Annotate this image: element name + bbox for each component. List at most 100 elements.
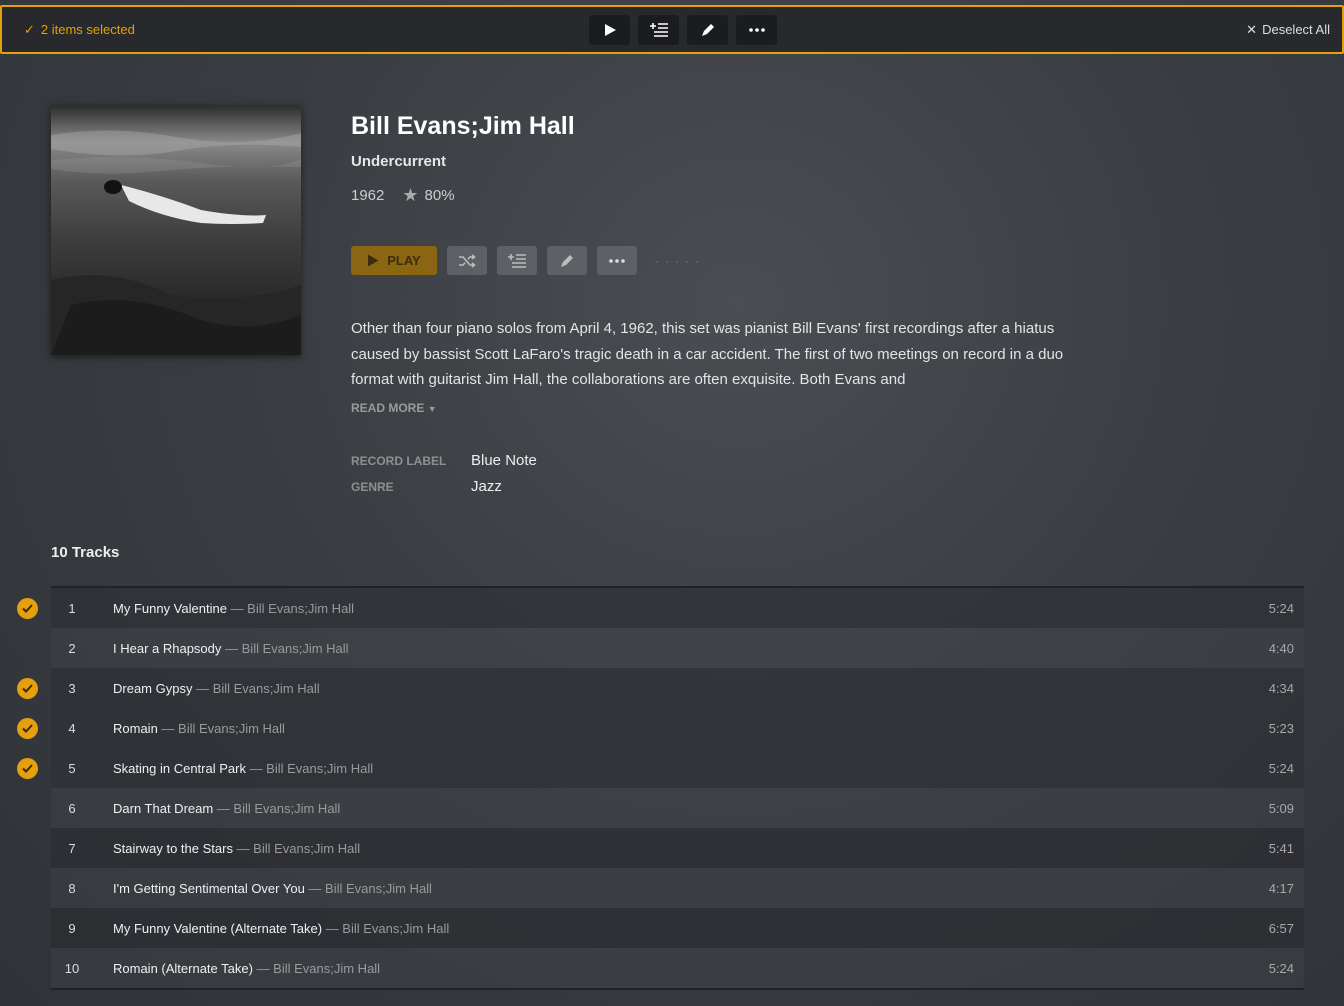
album-details: RECORD LABEL Blue Note GENRE Jazz (351, 452, 537, 504)
track-artist[interactable]: — Bill Evans;Jim Hall (221, 641, 349, 656)
track-title[interactable]: Darn That Dream — Bill Evans;Jim Hall (113, 801, 340, 816)
track-number: 8 (68, 880, 76, 896)
track-artist[interactable]: — Bill Evans;Jim Hall (233, 841, 361, 856)
detail-value[interactable]: Blue Note (471, 452, 537, 469)
track-row[interactable]: 2 I Hear a Rhapsody — Bill Evans;Jim Hall… (51, 628, 1304, 668)
close-icon: ✕ (1246, 22, 1258, 37)
track-row[interactable]: 3 Dream Gypsy — Bill Evans;Jim Hall 4:34 (51, 668, 1304, 708)
track-title[interactable]: Stairway to the Stars — Bill Evans;Jim H… (113, 841, 360, 856)
track-artist[interactable]: — Bill Evans;Jim Hall (253, 961, 381, 976)
add-to-queue-icon (508, 253, 526, 268)
edit-icon (561, 254, 573, 267)
track-artist[interactable]: — Bill Evans;Jim Hall (305, 881, 432, 896)
track-duration: 4:40 (1268, 640, 1294, 656)
check-icon[interactable] (17, 718, 38, 739)
track-artist[interactable]: — Bill Evans;Jim Hall (192, 681, 320, 696)
more-button[interactable] (736, 15, 777, 45)
check-icon[interactable] (17, 678, 38, 699)
track-artist[interactable]: — Bill Evans;Jim Hall (227, 601, 355, 616)
album-meta: 1962 ★ 80% (351, 185, 455, 206)
edit-album-button[interactable] (547, 246, 587, 275)
play-album-button[interactable]: PLAY (351, 246, 437, 275)
play-selected-button[interactable] (589, 15, 630, 45)
track-title[interactable]: I'm Getting Sentimental Over You — Bill … (113, 881, 432, 896)
track-row[interactable]: 1 My Funny Valentine — Bill Evans;Jim Hal… (51, 588, 1304, 628)
track-number: 3 (68, 680, 76, 696)
track-number: 4 (68, 720, 76, 736)
play-label: PLAY (387, 253, 421, 268)
track-title[interactable]: Romain (Alternate Take) — Bill Evans;Jim… (113, 961, 380, 976)
track-title[interactable]: Dream Gypsy — Bill Evans;Jim Hall (113, 681, 320, 696)
shuffle-icon (459, 253, 476, 268)
add-album-to-queue-button[interactable] (497, 246, 537, 275)
album-art (51, 105, 301, 355)
track-number: 10 (64, 960, 80, 976)
more-icon (748, 28, 765, 32)
track-number: 5 (68, 760, 76, 776)
track-duration: 5:41 (1268, 840, 1294, 856)
read-more-button[interactable]: READ MORE ▼ (351, 401, 437, 415)
tracks-header: 10 Tracks (51, 544, 120, 561)
selection-count: ✓ 2 items selected (24, 22, 135, 38)
detail-label: GENRE (351, 480, 394, 494)
track-title[interactable]: I Hear a Rhapsody — Bill Evans;Jim Hall (113, 641, 349, 656)
track-title[interactable]: My Funny Valentine (Alternate Take) — Bi… (113, 921, 449, 936)
track-list: 1 My Funny Valentine — Bill Evans;Jim Hal… (51, 586, 1304, 990)
star-icon[interactable]: ★ (402, 185, 418, 206)
deselect-all-button[interactable]: ✕ Deselect All (1246, 22, 1330, 38)
track-artist[interactable]: — Bill Evans;Jim Hall (322, 921, 450, 936)
add-to-queue-icon (649, 23, 668, 37)
track-number: 2 (68, 640, 76, 656)
loading-dots: ····· (655, 253, 705, 268)
album-title: Undercurrent (351, 153, 447, 170)
album-art-image (51, 105, 301, 355)
album-actions: PLAY ····· (351, 246, 705, 275)
track-duration: 5:24 (1268, 960, 1294, 976)
detail-label: RECORD LABEL (351, 454, 447, 468)
selection-toolbar (589, 15, 777, 45)
track-row[interactable]: 5 Skating in Central Park — Bill Evans;Ji… (51, 748, 1304, 788)
track-row[interactable]: 4 Romain — Bill Evans;Jim Hall 5:23 (51, 708, 1304, 748)
check-icon[interactable] (17, 758, 38, 779)
track-artist[interactable]: — Bill Evans;Jim Hall (213, 801, 341, 816)
track-title[interactable]: Skating in Central Park — Bill Evans;Jim… (113, 761, 373, 776)
track-duration: 4:17 (1268, 880, 1294, 896)
album-more-button[interactable] (597, 246, 637, 275)
track-row[interactable]: 8 I'm Getting Sentimental Over You — Bill… (51, 868, 1304, 908)
track-duration: 5:09 (1268, 800, 1294, 816)
add-to-queue-button[interactable] (638, 15, 679, 45)
track-title[interactable]: My Funny Valentine — Bill Evans;Jim Hall (113, 601, 354, 616)
shuffle-button[interactable] (447, 246, 487, 275)
track-duration: 5:24 (1268, 600, 1294, 616)
more-icon (609, 258, 625, 263)
track-number: 7 (68, 840, 76, 856)
track-duration: 6:57 (1268, 920, 1294, 936)
deselect-all-label: Deselect All (1262, 22, 1330, 37)
edit-button[interactable] (687, 15, 728, 45)
detail-row-record-label: RECORD LABEL Blue Note (351, 452, 537, 478)
check-icon[interactable] (17, 598, 38, 619)
check-icon: ✓ (24, 22, 35, 37)
detail-row-genre: GENRE Jazz (351, 478, 537, 504)
selection-bar: ✓ 2 items selected ✕ Deselect All (0, 5, 1344, 54)
album-year: 1962 (351, 187, 385, 204)
track-row[interactable]: 7 Stairway to the Stars — Bill Evans;Jim … (51, 828, 1304, 868)
track-duration: 4:34 (1268, 680, 1294, 696)
play-icon (368, 254, 379, 267)
edit-icon (701, 24, 714, 36)
play-icon (604, 24, 616, 36)
selection-count-label: 2 items selected (40, 22, 135, 37)
track-artist[interactable]: — Bill Evans;Jim Hall (246, 761, 374, 776)
track-title[interactable]: Romain — Bill Evans;Jim Hall (113, 721, 285, 736)
track-duration: 5:24 (1268, 760, 1294, 776)
read-more-label: READ MORE (351, 401, 425, 415)
track-number: 6 (68, 800, 76, 816)
track-number: 1 (68, 600, 76, 616)
album-artist[interactable]: Bill Evans;Jim Hall (351, 112, 575, 141)
track-row[interactable]: 6 Darn That Dream — Bill Evans;Jim Hall 5:… (51, 788, 1304, 828)
track-artist[interactable]: — Bill Evans;Jim Hall (158, 721, 285, 736)
track-duration: 5:23 (1268, 720, 1294, 736)
track-row[interactable]: 10 Romain (Alternate Take) — Bill Evans;J… (51, 948, 1304, 988)
track-row[interactable]: 9 My Funny Valentine (Alternate Take) — B… (51, 908, 1304, 948)
detail-value[interactable]: Jazz (471, 478, 502, 495)
